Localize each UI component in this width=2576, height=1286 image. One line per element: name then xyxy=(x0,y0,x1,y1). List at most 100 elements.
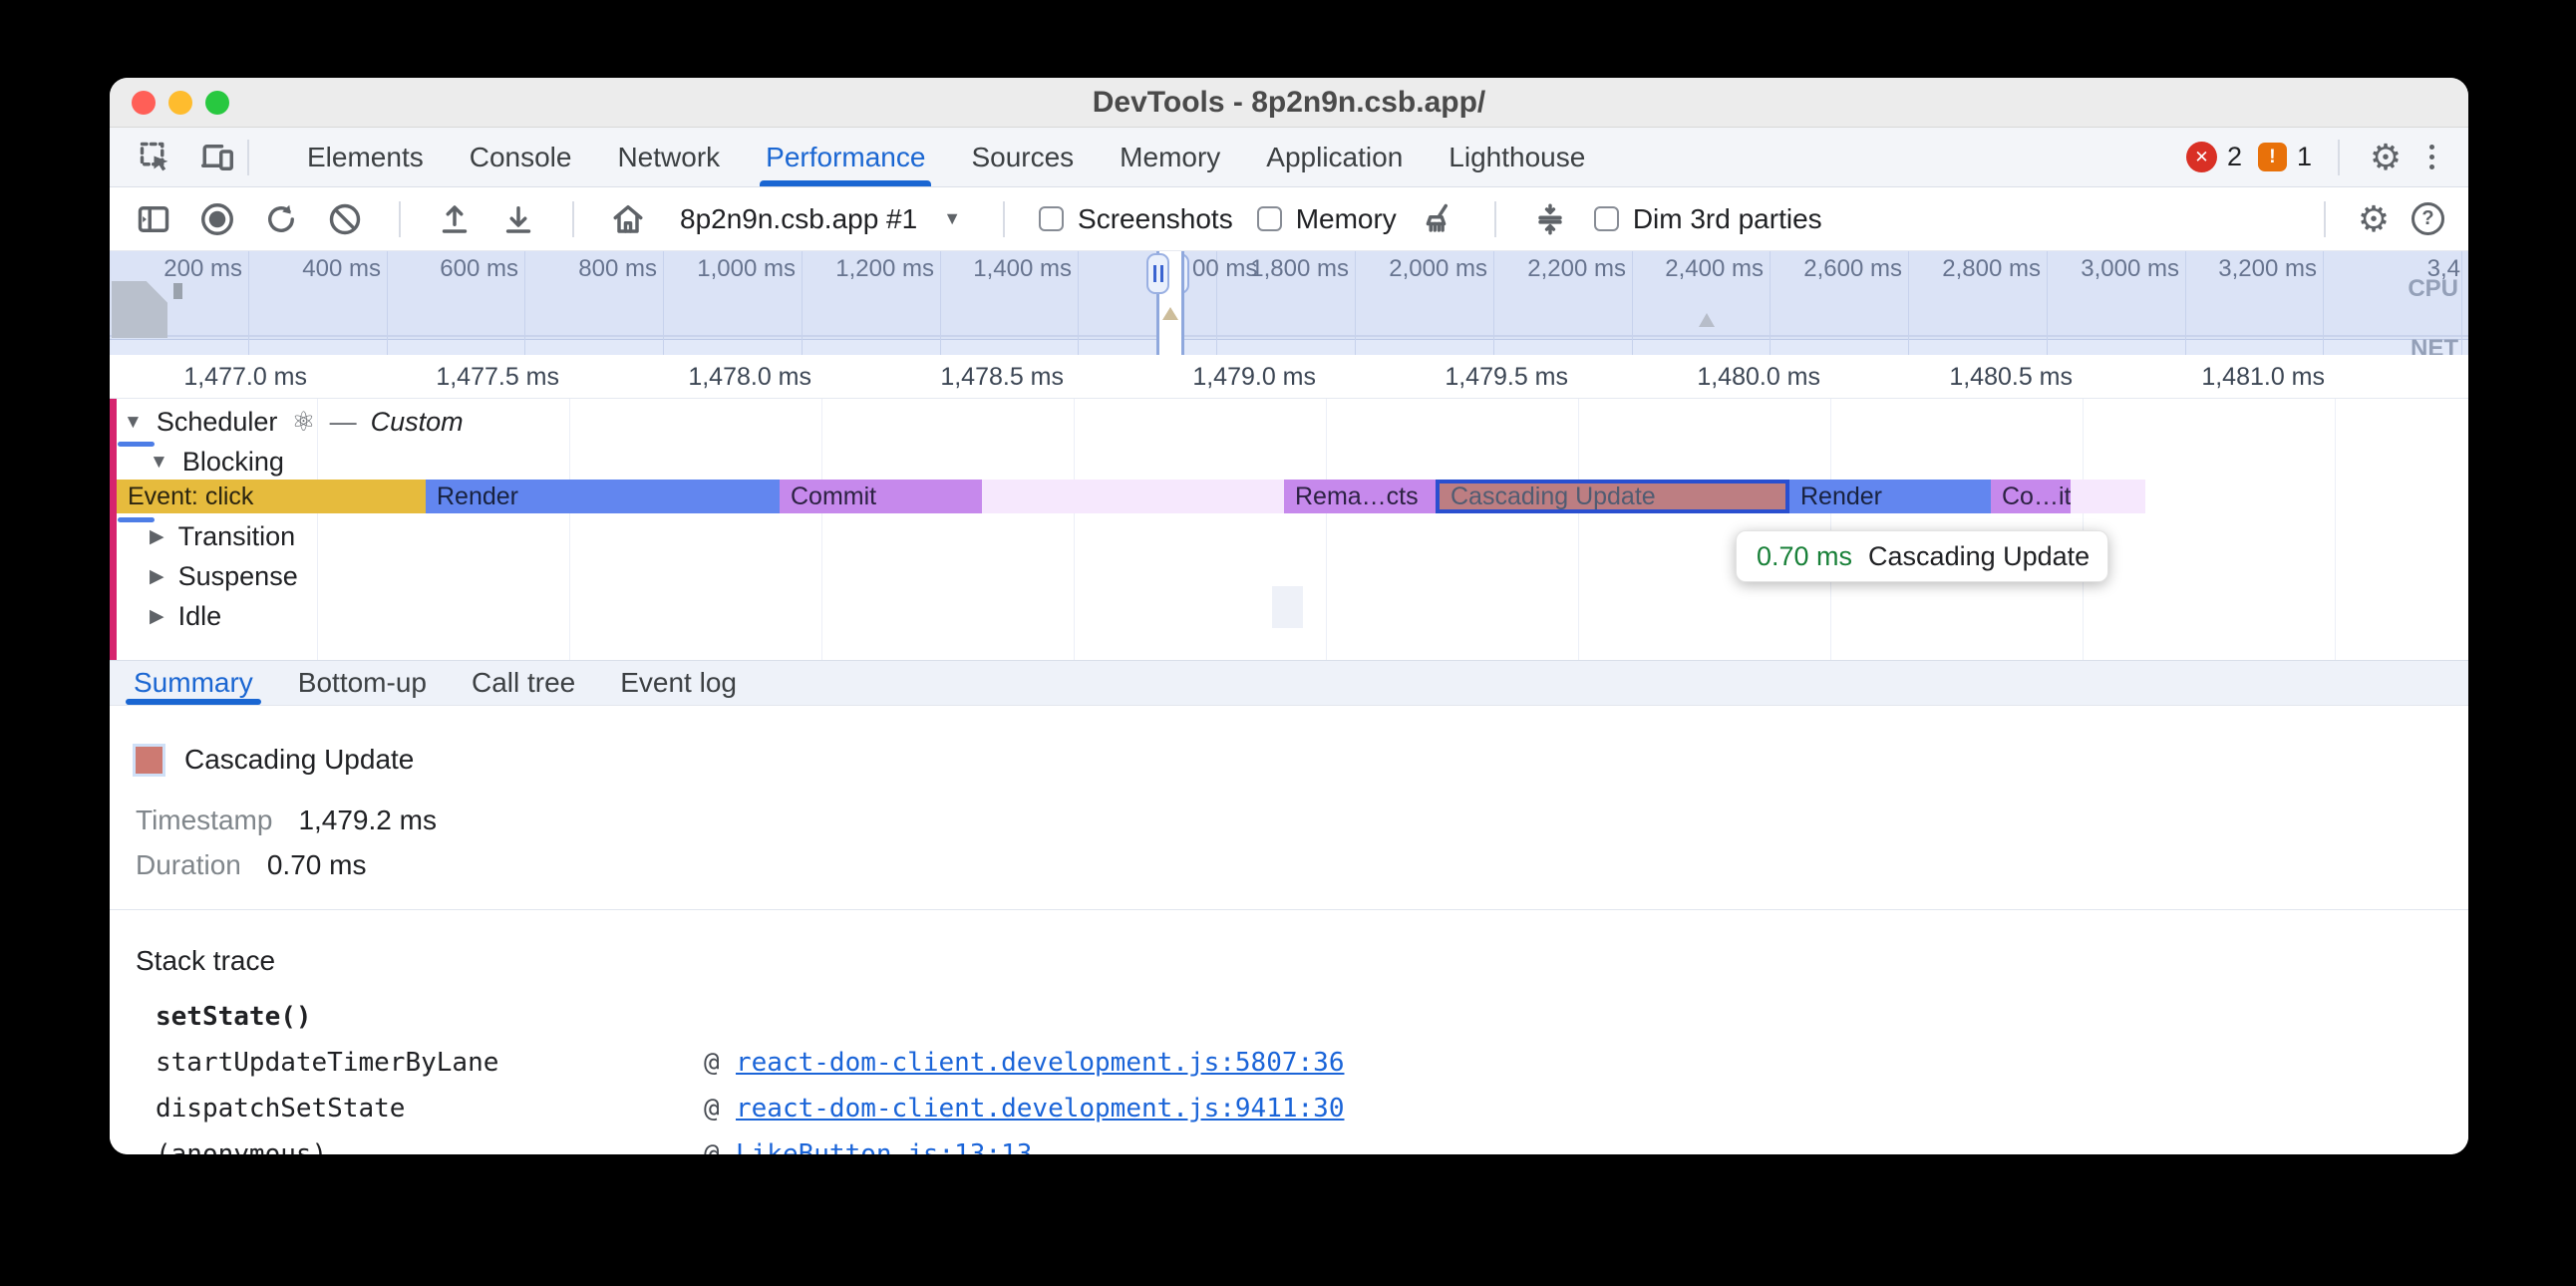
tab-lighthouse[interactable]: Lighthouse xyxy=(1449,128,1585,186)
error-badge-icon[interactable]: ✕ xyxy=(2186,142,2217,172)
duration-value: 0.70 ms xyxy=(267,849,367,881)
timeline-event-render[interactable]: Render xyxy=(426,480,780,513)
tab-memory[interactable]: Memory xyxy=(1120,128,1220,186)
stack-frame: startUpdateTimerByLane@react-dom-client.… xyxy=(136,1040,2468,1086)
tab-network[interactable]: Network xyxy=(617,128,720,186)
warning-count: 1 xyxy=(2297,142,2312,172)
divider xyxy=(2338,140,2340,175)
overview-tick-label: 1,200 ms xyxy=(835,255,940,283)
transition-group-row[interactable]: ▶ Transition xyxy=(150,521,295,552)
track-area[interactable]: ▼ Scheduler ⚛ — Custom ▼ Blocking Event:… xyxy=(110,399,2468,660)
timeline-event-band[interactable] xyxy=(2071,480,2145,513)
overview-tick-label: 800 ms xyxy=(578,255,663,283)
tab-elements[interactable]: Elements xyxy=(307,128,424,186)
checkbox-box[interactable] xyxy=(1594,206,1619,231)
frame-source-link[interactable]: react-dom-client.development.js:9411:30 xyxy=(736,1094,1344,1124)
dim-3rd-parties-label: Dim 3rd parties xyxy=(1633,203,1822,235)
device-toolbar-icon[interactable] xyxy=(197,138,237,177)
checkbox-box[interactable] xyxy=(1257,206,1282,231)
flame-chart-row[interactable]: Event: clickRenderCommitRema…ctsCascadin… xyxy=(110,480,2468,513)
net-label: NET xyxy=(2411,335,2458,355)
frame-function-name: setState() xyxy=(156,1002,704,1032)
frame-source-link[interactable]: react-dom-client.development.js:5807:36 xyxy=(736,1048,1344,1078)
help-icon[interactable]: ? xyxy=(2412,202,2444,235)
expand-triangle-icon[interactable]: ▼ xyxy=(124,412,143,434)
ruler-tick-label: 1,479.0 ms xyxy=(1192,355,1326,399)
dim-3rd-parties-checkbox[interactable]: Dim 3rd parties xyxy=(1594,203,1822,235)
timeline-event-render[interactable]: Render xyxy=(1789,480,1991,513)
idle-group-row[interactable]: ▶ Idle xyxy=(150,601,221,632)
load-profile-icon[interactable] xyxy=(435,199,475,239)
details-tab-bottom-up[interactable]: Bottom-up xyxy=(298,661,427,705)
overview-tick-label: 3,000 ms xyxy=(2081,255,2185,283)
collapsed-triangle-icon[interactable]: ▶ xyxy=(150,605,164,628)
timeline-event-rema-cts[interactable]: Rema…cts xyxy=(1284,480,1436,513)
overview-gridline xyxy=(802,251,803,355)
title-bar: DevTools - 8p2n9n.csb.app/ xyxy=(110,78,2468,128)
record-icon[interactable] xyxy=(197,199,237,239)
tooltip-label: Cascading Update xyxy=(1868,541,2090,572)
toggle-sidebar-icon[interactable] xyxy=(134,199,173,239)
frame-at-symbol: @ xyxy=(704,1094,736,1124)
overview-tick-label: 2,200 ms xyxy=(1527,255,1632,283)
home-icon[interactable] xyxy=(608,199,648,239)
tab-performance[interactable]: Performance xyxy=(766,128,925,186)
tab-console[interactable]: Console xyxy=(470,128,572,186)
details-tab-call-tree[interactable]: Call tree xyxy=(472,661,575,705)
frame-function-name: startUpdateTimerByLane xyxy=(156,1048,704,1078)
window-title: DevTools - 8p2n9n.csb.app/ xyxy=(110,78,2468,128)
checkbox-box[interactable] xyxy=(1039,206,1064,231)
inspect-element-icon[interactable] xyxy=(136,138,175,177)
ruler-tick-label: 1,478.5 ms xyxy=(940,355,1074,399)
collapsed-triangle-icon[interactable]: ▶ xyxy=(150,525,164,548)
collapsed-triangle-icon[interactable]: ▶ xyxy=(150,565,164,588)
idle-group-label: Idle xyxy=(178,601,222,632)
expand-triangle-icon[interactable]: ▼ xyxy=(150,452,168,474)
summary-panel: Cascading Update Timestamp 1,479.2 ms Du… xyxy=(110,706,2468,1154)
blocking-group-row[interactable]: ▼ Blocking xyxy=(150,447,284,478)
collect-garbage-icon[interactable] xyxy=(1421,199,1460,239)
screenshots-checkbox[interactable]: Screenshots xyxy=(1039,203,1233,235)
event-tooltip: 0.70 ms Cascading Update xyxy=(1736,530,2108,582)
record-and-reload-icon[interactable] xyxy=(261,199,301,239)
tab-sources[interactable]: Sources xyxy=(971,128,1074,186)
timeline-overview[interactable]: CPU NET 200 ms400 ms600 ms800 ms1,000 ms… xyxy=(110,251,2468,355)
overview-tick-label: 1,800 ms xyxy=(1250,255,1355,283)
marker-triangle xyxy=(1699,313,1715,327)
shortcuts-collapse-icon[interactable] xyxy=(1530,199,1570,239)
capture-settings-gear-icon[interactable]: ⚙ xyxy=(2354,199,2394,239)
divider xyxy=(110,909,2468,910)
suspense-group-row[interactable]: ▶ Suspense xyxy=(150,561,298,592)
tab-application[interactable]: Application xyxy=(1266,128,1403,186)
overview-tick-label: 3,4 xyxy=(2427,255,2466,283)
timeline-event-band[interactable] xyxy=(982,480,1284,513)
selection-left-handle[interactable] xyxy=(1146,253,1169,294)
settings-gear-icon[interactable]: ⚙ xyxy=(2366,138,2406,177)
overview-tick-label: 1,000 ms xyxy=(697,255,802,283)
scheduler-track-header[interactable]: ▼ Scheduler ⚛ — Custom xyxy=(124,407,464,438)
clear-icon[interactable] xyxy=(325,199,365,239)
overview-tick-label: 1,400 ms xyxy=(973,255,1078,283)
overview-gridline xyxy=(940,251,941,355)
save-profile-icon[interactable] xyxy=(498,199,538,239)
track-gridline xyxy=(1578,399,1579,660)
memory-checkbox[interactable]: Memory xyxy=(1257,203,1397,235)
frame-source-link[interactable]: LikeButton.js:13:13 xyxy=(736,1139,1032,1154)
history-dropdown[interactable]: 8p2n9n.csb.app #1 ▼ xyxy=(672,203,969,235)
track-gridline xyxy=(317,399,318,660)
ruler-tick-label: 1,477.0 ms xyxy=(183,355,317,399)
frame-at-symbol: @ xyxy=(704,1048,736,1078)
timeline-event-event-click[interactable]: Event: click xyxy=(117,480,426,513)
timeline-event-commit[interactable]: Commit xyxy=(780,480,982,513)
details-tab-summary[interactable]: Summary xyxy=(134,661,253,705)
timeline-event-co-it[interactable]: Co…it xyxy=(1991,480,2071,513)
overview-gridline xyxy=(2047,251,2048,355)
timeline-event-cascading-update[interactable]: Cascading Update xyxy=(1436,480,1789,513)
cpu-activity-shape xyxy=(112,281,167,338)
ruler-tick-label: 1,481.0 ms xyxy=(2201,355,2335,399)
warning-badge-icon[interactable]: ! xyxy=(2258,143,2287,171)
divider xyxy=(1003,201,1005,237)
details-tab-event-log[interactable]: Event log xyxy=(620,661,737,705)
ruler-tick-label: 1,480.0 ms xyxy=(1697,355,1830,399)
more-options-icon[interactable] xyxy=(2421,145,2442,169)
